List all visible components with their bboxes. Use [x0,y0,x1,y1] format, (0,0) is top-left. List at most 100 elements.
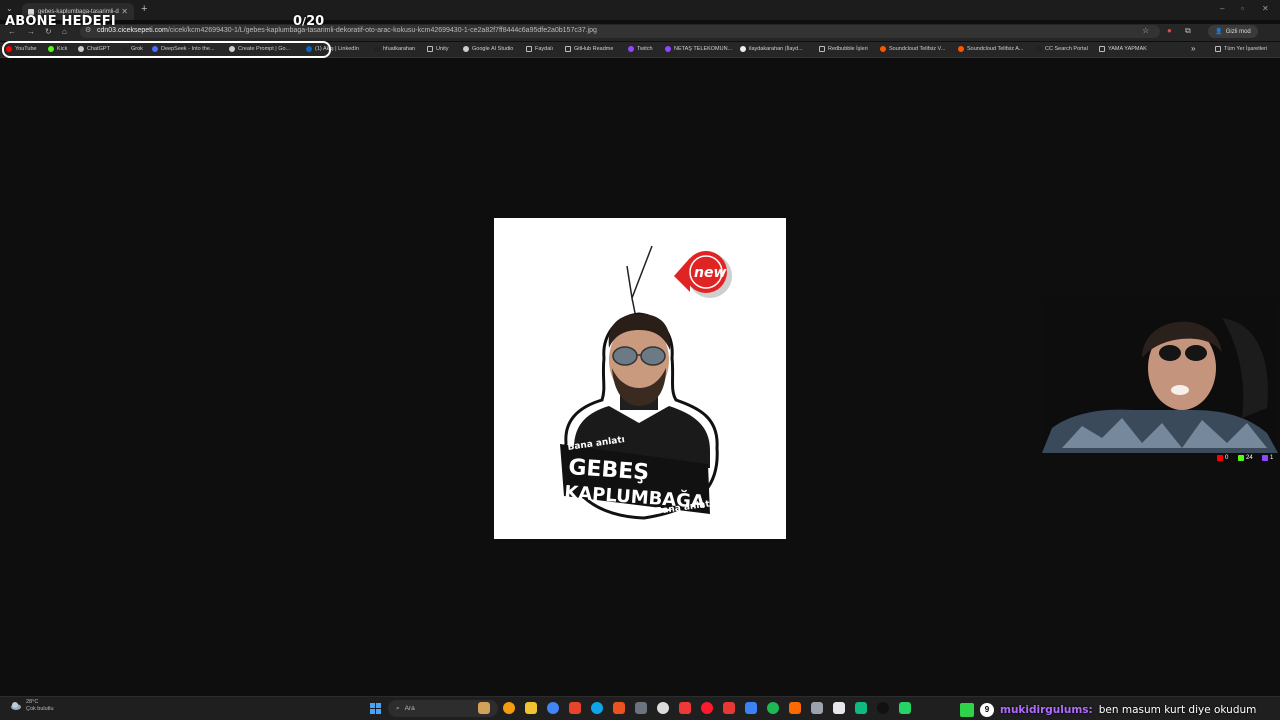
bookmark-item[interactable]: Redbubble İşleri [819,46,868,52]
folder-icon [1215,46,1221,52]
cloud-icon [11,702,21,710]
folder-icon [565,46,571,52]
bookmark-favicon-icon [1036,46,1042,52]
firefox-icon[interactable] [613,702,625,714]
chat-text: ben masum kurt diye okudum [1098,703,1257,716]
air-freshener-image: new Bana anlatı GEBEŞ KAPLUMBAĞA Bana an… [560,245,732,520]
twitch-icon [1262,455,1268,461]
incognito-icon: 👤 [1215,29,1223,35]
yandex-icon[interactable] [723,702,735,714]
opera-icon[interactable] [701,702,713,714]
folder-icon [1099,46,1105,52]
new-badge-icon: new [674,251,732,298]
bookmark-item[interactable]: Faydalı [526,46,553,52]
app3-icon[interactable] [855,702,867,714]
twitch-count: 1 [1262,455,1273,461]
start-button-icon[interactable] [370,703,381,714]
bookmark-label: ilaydakarahan (İlayd... [749,46,803,52]
folder-icon [427,46,433,52]
bookmark-favicon-icon [374,46,380,52]
kick-count: 24 [1238,455,1253,461]
bookmark-label: Unity [436,46,449,52]
temperature: 28°C [26,699,39,705]
bookmark-item[interactable]: Twitch [628,46,653,52]
bookmark-label: Soundcloud Telifsiz A... [967,46,1024,52]
bookmark-item[interactable]: NETAŞ TELEKOMUN... [665,46,732,52]
weather-widget[interactable]: 28°C Çok bulutlu [26,699,54,713]
bookmark-label: Google AI Studio [472,46,514,52]
bookmark-item[interactable]: Soundcloud Telifsiz A... [958,46,1023,52]
youtube-count: 0 [1217,455,1228,461]
bookmark-label: Faydalı [535,46,554,52]
weather-status: Çok bulutlu [26,706,54,712]
edge-icon[interactable] [591,702,603,714]
search-app-icon[interactable] [503,702,515,714]
bookmark-label: YAMA YAPMAK [1108,46,1147,52]
bookmark-label: Soundcloud Telifsiz V... [889,46,946,52]
bookmark-favicon-icon [665,46,671,52]
chat-message: 9 mukidirgulums: ben masum kurt diye oku… [960,700,1280,719]
webcam-feed [1042,298,1278,453]
bookmarks-highlight-outline [2,41,331,58]
subscriber-badge: 9 [980,702,994,717]
bookmark-label: Twitch [637,46,653,52]
all-bookmarks[interactable]: Tüm Yer İşaretleri [1215,46,1267,52]
incognito-indicator[interactable]: 👤 Gizli mod [1208,25,1258,38]
bookmark-favicon-icon [880,46,886,52]
bookmark-item[interactable]: CC Search Portal [1036,46,1088,52]
calculator-icon[interactable] [811,702,823,714]
kick-badge-icon [960,702,974,717]
bookmark-label: NETAŞ TELEKOMUN... [674,46,733,52]
folder-icon [819,46,825,52]
bookmark-item[interactable]: YAMA YAPMAK [1099,46,1147,52]
bookmark-favicon-icon [628,46,634,52]
bookmark-favicon-icon [958,46,964,52]
bookmark-item[interactable]: hfuatkarahan [374,46,415,52]
chrome-icon[interactable] [547,702,559,714]
new-badge-text: new [694,265,726,281]
bookmark-label: hfuatkarahan [383,46,416,52]
bookmark-label: GitHub Readme [574,46,614,52]
vivaldi-icon[interactable] [679,702,691,714]
bookmark-favicon-icon [740,46,746,52]
new-tab-icon[interactable]: + [141,3,147,15]
bookmark-item[interactable]: ilaydakarahan (İlayd... [740,46,803,52]
brave-icon[interactable] [569,702,581,714]
bookmark-label: CC Search Portal [1045,46,1088,52]
spotify-icon[interactable] [767,702,779,714]
tab-search-icon[interactable]: ⌄ [6,4,13,13]
file-explorer-icon[interactable] [525,702,537,714]
bookmark-star-icon[interactable]: ☆ [1142,26,1149,35]
app2-icon[interactable] [789,702,801,714]
bookmark-item[interactable]: Google AI Studio [463,46,513,52]
bookmark-item[interactable]: Unity [427,46,449,52]
kick-icon [1238,455,1244,461]
subscriber-goal-count: 0/20 [293,14,325,29]
url-text[interactable]: cdn03.ciceksepeti.com/cicek/kcm42699430-… [97,27,597,34]
tab-strip [0,0,1280,20]
opera-gx-icon[interactable] [657,702,669,714]
chat-username: mukidirgulums: [1000,703,1093,716]
subscriber-goal-title: ABONE HEDEFI [5,14,116,29]
folder-icon [526,46,532,52]
bookmark-label: Redbubble İşleri [828,46,868,52]
youtube-icon [1217,455,1223,461]
product-image: new Bana anlatı GEBEŞ KAPLUMBAĞA Bana an… [494,218,786,539]
bookmark-item[interactable]: GitHub Readme [565,46,613,52]
search-icon: ⌕ [396,704,400,712]
extension-icon[interactable]: ● [1167,26,1172,35]
app-icon[interactable] [635,702,647,714]
tab-close-icon[interactable]: ✕ [121,7,128,16]
snipping-tool-icon[interactable] [833,702,845,714]
search-highlight-icon [478,702,490,714]
bookmark-item[interactable]: Soundcloud Telifsiz V... [880,46,945,52]
obs-icon[interactable] [877,702,889,714]
bookmarks-overflow-icon[interactable]: » [1191,44,1195,53]
whatsapp-icon[interactable] [899,702,911,714]
arc-icon[interactable] [745,702,757,714]
extensions-puzzle-icon[interactable]: ⧉ [1185,26,1191,36]
bookmark-favicon-icon [463,46,469,52]
window-close-icon[interactable]: ✕ [1262,4,1269,13]
minimize-icon[interactable]: – [1220,4,1224,13]
maximize-icon[interactable]: ▫ [1241,4,1244,13]
